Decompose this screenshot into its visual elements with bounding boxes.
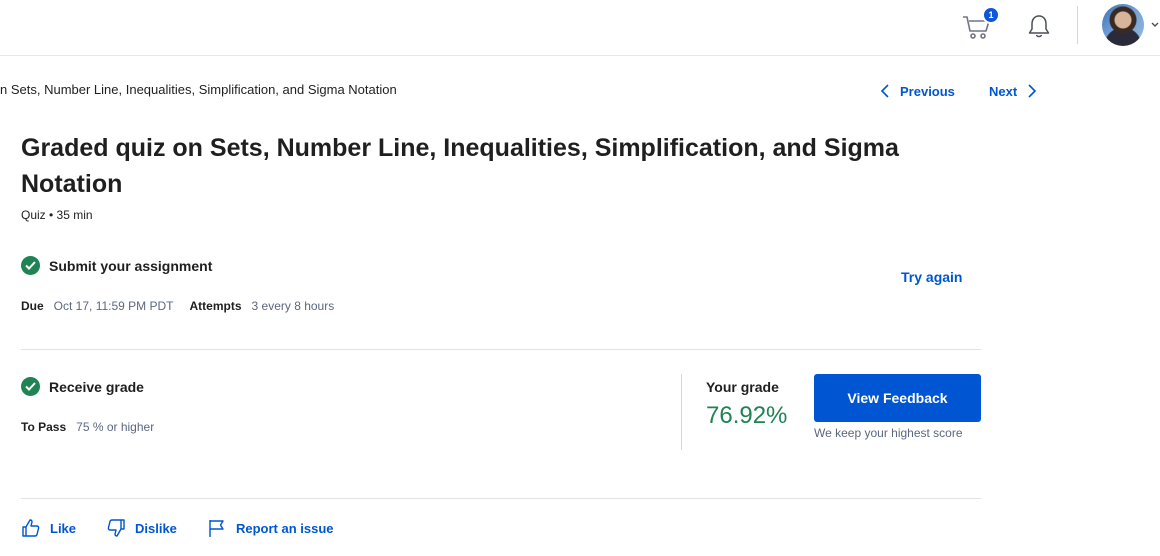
section-divider (21, 498, 981, 499)
dislike-button[interactable]: Dislike (106, 518, 177, 538)
next-button[interactable]: Next (989, 82, 1037, 100)
thumbs-down-icon (107, 519, 125, 537)
previous-label: Previous (900, 83, 955, 99)
view-feedback-button[interactable]: View Feedback (814, 374, 981, 422)
keep-score-note: We keep your highest score (814, 426, 963, 440)
receive-heading-text: Receive grade (49, 378, 144, 395)
attempts-label: Attempts (189, 299, 242, 313)
header-divider (1077, 6, 1078, 44)
your-grade-label: Your grade (706, 379, 779, 395)
flag-icon (209, 520, 224, 537)
to-pass-value: 75 % or higher (76, 420, 155, 434)
try-again-button[interactable]: Try again (901, 269, 962, 285)
submit-assignment-heading: Submit your assignment (21, 256, 212, 275)
to-pass-row: To Pass 75 % or higher (21, 420, 154, 434)
cart-button[interactable]: 1 (960, 6, 1000, 42)
chevron-right-icon (1028, 84, 1037, 98)
check-circle-icon (21, 256, 40, 275)
page-title: Graded quiz on Sets, Number Line, Inequa… (21, 134, 899, 198)
like-button[interactable]: Like (21, 518, 76, 538)
due-label: Due (21, 299, 44, 313)
to-pass-label: To Pass (21, 420, 67, 434)
like-label: Like (50, 520, 77, 536)
bell-icon (1028, 15, 1050, 38)
cart-count-badge: 1 (982, 6, 1000, 24)
dislike-label: Dislike (135, 520, 177, 536)
receive-grade-heading: Receive grade (21, 377, 144, 396)
submit-heading-text: Submit your assignment (49, 257, 213, 274)
notifications-button[interactable] (1024, 11, 1054, 41)
next-label: Next (989, 83, 1018, 99)
chevron-left-icon (880, 84, 889, 98)
report-issue-button[interactable]: Report an issue (207, 518, 334, 538)
section-divider (21, 349, 981, 350)
thumbs-up-icon (22, 519, 40, 537)
check-circle-icon (21, 377, 40, 396)
chevron-down-icon[interactable] (1150, 20, 1160, 30)
breadcrumb[interactable]: n Sets, Number Line, Inequalities, Simpl… (0, 82, 397, 97)
user-avatar[interactable] (1102, 4, 1144, 46)
your-grade-value: 76.92% (706, 402, 788, 429)
grade-divider (681, 374, 682, 450)
due-attempts-row: Due Oct 17, 11:59 PM PDT Attempts 3 every 8… (21, 299, 334, 313)
quiz-meta: Quiz • 35 min (21, 208, 93, 222)
due-value: Oct 17, 11:59 PM PDT (53, 299, 174, 313)
report-label: Report an issue (236, 520, 334, 536)
attempts-value: 3 every 8 hours (251, 299, 335, 313)
previous-button[interactable]: Previous (880, 82, 955, 100)
top-header: 1 (0, 0, 1160, 56)
